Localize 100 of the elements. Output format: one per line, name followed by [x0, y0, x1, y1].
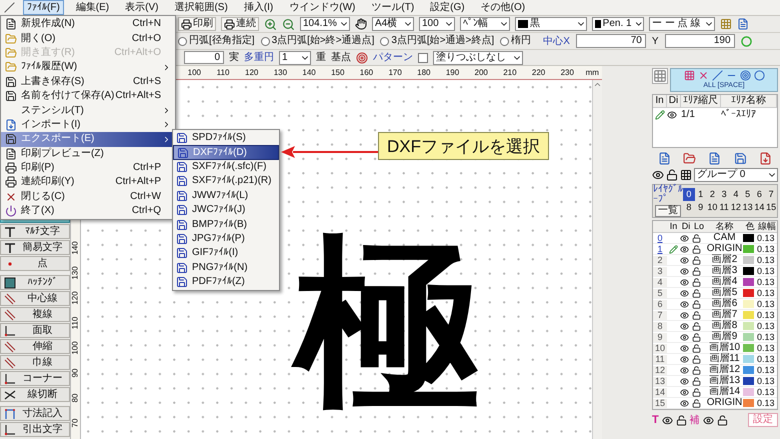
layer-row[interactable]: 8 画層8 0.13 [653, 321, 777, 332]
menu-item[interactable]: 開く(O) Ctrl+O [1, 31, 175, 46]
color-swatch[interactable] [743, 355, 754, 363]
group-number[interactable]: 0 [683, 188, 695, 201]
layer-row[interactable]: 1 ORIGIN 0.13 [653, 244, 777, 255]
group-number[interactable]: 11 [718, 201, 730, 214]
eye-icon[interactable] [680, 310, 689, 320]
tool-button[interactable]: 簡易文字 [0, 240, 70, 255]
center-y-field[interactable]: 190 [664, 34, 735, 48]
menu-item[interactable]: その他(O) [476, 0, 530, 15]
grid-icon[interactable] [652, 68, 668, 84]
menu-item[interactable]: SPDﾌｧｲﾙ(S) [173, 131, 279, 146]
hand-icon[interactable] [355, 18, 367, 30]
new-area-icon[interactable] [658, 152, 672, 164]
tool-button[interactable]: コーナー [0, 371, 70, 386]
zoom-select[interactable]: 104.1% [300, 17, 350, 31]
grid-icon[interactable] [720, 18, 732, 30]
lock-icon[interactable] [692, 288, 701, 298]
menu-item[interactable]: 設定(G) [426, 0, 469, 15]
eye-icon[interactable] [680, 300, 689, 308]
color-swatch[interactable] [743, 289, 754, 297]
tool-button[interactable]: 寸法記入 [0, 406, 70, 421]
layer-row[interactable]: 10 画層10 0.13 [653, 343, 777, 354]
group-number[interactable]: 3 [718, 188, 730, 201]
layer-row[interactable]: 3 画層3 0.13 [653, 266, 777, 277]
settings-button[interactable]: 設定 [748, 413, 778, 427]
layer-row[interactable]: 4 画層4 0.13 [653, 277, 777, 288]
lock-icon[interactable] [692, 388, 701, 396]
menu-item[interactable]: エクスポート(E) [1, 132, 175, 147]
menu-item[interactable]: 新規作成(N) Ctrl+N [1, 17, 175, 32]
lock-icon[interactable] [676, 414, 687, 426]
center-x-field[interactable]: 70 [576, 34, 646, 48]
tool-button[interactable]: 引出文字 [0, 422, 70, 437]
radio-option[interactable]: 円弧[径角指定] [178, 36, 255, 46]
group-number[interactable]: 6 [754, 188, 766, 201]
layer-icon[interactable] [680, 169, 692, 181]
eye-icon[interactable] [680, 256, 689, 264]
eye-icon[interactable] [680, 376, 689, 386]
tool-button[interactable]: 点 [0, 256, 70, 271]
radio-option[interactable]: 3点円弧[始>終>通過点] [260, 36, 374, 46]
layer-row[interactable]: 15 ORIGIN 0.13 [653, 398, 777, 409]
menu-item[interactable]: JWWﾌｧｲﾙ(L) [173, 188, 279, 203]
group-number[interactable]: 13 [742, 201, 754, 214]
color-swatch[interactable] [743, 278, 754, 286]
color-swatch[interactable] [743, 333, 754, 341]
group-number[interactable]: 15 [765, 201, 777, 214]
menu-item[interactable]: ウインドウ(W) [285, 0, 360, 15]
tool-button[interactable]: 中心線 [0, 291, 70, 306]
menu-item[interactable]: DXFﾌｧｲﾙ(D) [173, 145, 279, 160]
group-number[interactable]: 9 [694, 201, 706, 214]
layer-row[interactable]: 6 画層6 0.13 [653, 299, 777, 310]
eye-icon[interactable] [680, 366, 689, 374]
tool-button[interactable]: 線切断 [0, 387, 70, 402]
lock-icon[interactable] [692, 310, 701, 320]
menu-item[interactable]: 挿入(I) [240, 0, 278, 15]
tool-button[interactable]: 複線 [0, 307, 70, 322]
color-swatch[interactable] [743, 311, 754, 319]
color-select[interactable]: 黒 [515, 17, 587, 31]
group-number[interactable]: 12 [730, 201, 742, 214]
lock-icon[interactable] [692, 398, 701, 408]
menu-item[interactable]: 表示(V) [121, 0, 162, 15]
lock-icon[interactable] [692, 300, 701, 308]
cross-icon[interactable] [698, 70, 708, 81]
tool-button[interactable]: 巾線 [0, 355, 70, 370]
tool-button[interactable]: 伸縮 [0, 339, 70, 354]
area-save-icon[interactable] [734, 152, 747, 164]
group-number[interactable]: 14 [754, 201, 766, 214]
grid-snap-icon[interactable] [684, 70, 694, 81]
menu-item[interactable]: PDFﾌｧｲﾙ(Z) [173, 274, 279, 290]
radio-option[interactable]: 3点円弧[始>通過>終点] [380, 36, 494, 46]
color-swatch[interactable] [743, 366, 754, 374]
lock-icon[interactable] [716, 414, 728, 426]
group-number[interactable]: 4 [730, 188, 742, 201]
lock-icon[interactable] [692, 234, 701, 242]
checkbox[interactable] [418, 52, 428, 62]
lock-icon[interactable] [692, 354, 701, 364]
scale-spinner[interactable]: 100 [419, 17, 455, 31]
menu-item[interactable]: SXFﾌｧｲﾙ(.sfc)(F) [173, 160, 279, 174]
layer-row[interactable]: 7 画層7 0.13 [653, 310, 777, 321]
fill-select[interactable]: 塗りつぶしなし [433, 50, 523, 64]
layer-row[interactable]: 0 CAM 0.13 [653, 233, 777, 244]
zoom-in-icon[interactable] [264, 18, 277, 30]
eye-icon[interactable] [680, 244, 689, 254]
menu-item[interactable]: 選択範囲(S) [170, 0, 232, 15]
lock-icon[interactable] [692, 376, 701, 386]
lock-icon[interactable] [692, 332, 701, 342]
eye-icon[interactable] [680, 332, 689, 342]
pen-select[interactable]: Pen. 1 [592, 17, 644, 31]
color-swatch[interactable] [743, 388, 754, 396]
lock-icon[interactable] [692, 366, 701, 374]
area-page-icon[interactable] [708, 152, 722, 164]
print-button[interactable]: 印刷 [178, 17, 216, 31]
color-swatch[interactable] [743, 399, 754, 407]
line-icon[interactable] [712, 70, 722, 81]
eye-icon[interactable] [680, 322, 689, 330]
color-swatch[interactable] [743, 267, 754, 275]
lock-icon[interactable] [666, 169, 678, 181]
layer-row[interactable]: 9 画層9 0.13 [653, 332, 777, 343]
menu-item[interactable]: BMPﾌｧｲﾙ(B) [173, 217, 279, 232]
menu-item[interactable]: ツール(T) [367, 0, 418, 15]
